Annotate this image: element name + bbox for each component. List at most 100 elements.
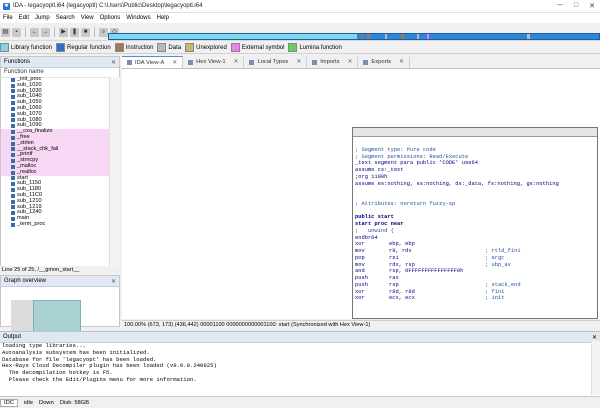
disasm-line[interactable]: push rsp ; stack_end: [355, 282, 595, 289]
menu-edit[interactable]: Edit: [16, 15, 32, 21]
legend-swatch: [288, 43, 298, 52]
disasm-line[interactable]: xor ebp, ebp: [355, 241, 595, 248]
menu-file[interactable]: File: [0, 15, 16, 21]
close-icon[interactable]: ✕: [592, 334, 597, 341]
menu-view[interactable]: View: [78, 15, 97, 21]
disasm-line[interactable]: pop rsi ; argc: [355, 255, 595, 262]
mnemonic: mov: [355, 261, 365, 268]
close-icon[interactable]: ✕: [172, 60, 177, 66]
output-scrollbar[interactable]: [591, 341, 600, 395]
back-icon[interactable]: ←: [30, 27, 39, 37]
menu-help[interactable]: Help: [154, 15, 172, 21]
graph-node-titlebar[interactable]: [353, 128, 597, 137]
function-icon: [11, 118, 15, 123]
menu-windows[interactable]: Windows: [123, 15, 153, 21]
graph-overview-canvas[interactable]: [3, 288, 117, 338]
disasm-line[interactable]: endbr64: [355, 235, 595, 242]
disassembly-icon: [127, 60, 132, 65]
function-icon: [11, 135, 15, 140]
types-icon: [249, 59, 255, 65]
run-icon[interactable]: ▶: [59, 27, 68, 37]
disasm-line[interactable]: [355, 194, 595, 201]
close-button[interactable]: ✕: [584, 2, 600, 10]
pause-icon[interactable]: ❚: [70, 27, 79, 37]
navigation-band[interactable]: [108, 33, 600, 40]
operands: ebp, ebp: [389, 241, 415, 248]
mnemonic: and: [355, 268, 365, 275]
comment: ; ubp_av: [485, 261, 511, 268]
close-icon[interactable]: ✕: [399, 59, 404, 65]
function-icon: [11, 159, 15, 164]
tab-hex-view-1[interactable]: Hex View-1 ✕: [183, 56, 245, 68]
disasm-line[interactable]: assume es:nothing, ss:nothing, ds:_data,…: [355, 181, 595, 188]
mnemonic: xor: [355, 295, 365, 302]
disassembly-listing[interactable]: ; Segment type: Pure code; Segment permi…: [355, 140, 595, 302]
view-status-line: 100.00% (673, 173) (436,442) 00001100 00…: [122, 320, 600, 329]
functions-scrollbar[interactable]: [109, 77, 120, 273]
save-icon[interactable]: ▪: [12, 27, 21, 37]
disasm-line[interactable]: xor ecx, ecx ; init: [355, 295, 595, 302]
output-log[interactable]: loading type libraries... Autoanalysis su…: [0, 342, 600, 384]
maximize-button[interactable]: □: [568, 2, 584, 10]
menu-bar: File Edit Jump Search View Options Windo…: [0, 13, 600, 23]
disasm-line[interactable]: mov r9, rdx ; rtld_fini: [355, 248, 595, 255]
functions-list: _init_proc sub_1020 sub_1030 sub_1040 sub_10…: [1, 76, 109, 228]
menu-jump[interactable]: Jump: [32, 15, 53, 21]
legend-bar: Library function Regular function Instru…: [0, 42, 600, 54]
disasm-line[interactable]: _text segment para public 'CODE' use64: [355, 160, 595, 167]
nav-segment-data: [385, 34, 387, 39]
operands: ecx, ecx: [389, 295, 415, 302]
disasm-line[interactable]: ; unwind {: [355, 228, 595, 235]
search-icon[interactable]: ⌕: [99, 27, 108, 37]
minimize-button[interactable]: ─: [552, 2, 568, 10]
disasm-line[interactable]: xor r8d, r8d ; fini: [355, 289, 595, 296]
disasm-line[interactable]: start proc near: [355, 221, 595, 228]
disasm-line[interactable]: [355, 187, 595, 194]
disasm-line[interactable]: [355, 208, 595, 215]
function-icon: [11, 95, 15, 100]
close-icon[interactable]: ✕: [348, 59, 353, 65]
ida-app-icon: ✱: [3, 2, 10, 10]
disasm-line[interactable]: ; Segment permissions: Read/Execute: [355, 154, 595, 161]
open-file-icon[interactable]: ▤: [1, 27, 10, 37]
disasm-line[interactable]: ; Segment type: Pure code: [355, 147, 595, 154]
function-icon: [11, 112, 15, 117]
mnemonic: push: [355, 275, 368, 281]
operands: rdx, rsp: [389, 261, 415, 268]
comment: ; rtld_fini: [485, 248, 521, 254]
disasm-line[interactable]: assume cs:_text: [355, 167, 595, 174]
close-icon[interactable]: ✕: [111, 278, 116, 285]
tab-ida-view-a[interactable]: IDA View-A ✕: [122, 56, 184, 68]
comment: ; init: [485, 295, 505, 302]
legend-swatch: [0, 43, 9, 52]
tab-imports[interactable]: Imports ✕: [307, 56, 359, 68]
graph-node-start[interactable]: ; Segment type: Pure code; Segment permi…: [352, 127, 598, 319]
close-icon[interactable]: ✕: [111, 59, 116, 66]
disasm-line[interactable]: ;org 1100h: [355, 174, 595, 181]
disasm-line[interactable]: mov rdx, rsp ; ubp_av: [355, 262, 595, 269]
graph-overview-title: Graph overview: [4, 278, 47, 284]
close-icon[interactable]: ✕: [296, 59, 301, 65]
toolbar-divider: [94, 27, 95, 37]
legend-regular-function: Regular function: [56, 43, 111, 52]
close-icon[interactable]: ✕: [234, 59, 239, 65]
legend-swatch: [157, 43, 167, 52]
disasm-line[interactable]: and rsp, 0FFFFFFFFFFFFFFF0h: [355, 268, 595, 275]
toolbar-divider: [25, 27, 26, 37]
disasm-line[interactable]: public start: [355, 214, 595, 221]
view-tabs: IDA View-A ✕ Hex View-1 ✕ Local Types ✕ Imp…: [122, 56, 600, 69]
disasm-line[interactable]: ; Attributes: noreturn fuzzy-sp: [355, 201, 595, 208]
legend-instruction: Instruction: [114, 43, 153, 52]
stop-icon[interactable]: ■: [81, 27, 90, 37]
forward-icon[interactable]: →: [41, 27, 50, 37]
operands: r9, rdx: [389, 248, 412, 254]
menu-options[interactable]: Options: [97, 15, 124, 21]
tab-exports[interactable]: Exports ✕: [358, 56, 410, 68]
function-row[interactable]: _term_proc: [1, 221, 109, 228]
comment: ; fini: [485, 288, 505, 295]
tab-local-types[interactable]: Local Types ✕: [244, 56, 308, 68]
menu-search[interactable]: Search: [53, 15, 78, 21]
idc-language-button[interactable]: IDC: [0, 398, 18, 407]
disasm-line[interactable]: [355, 140, 595, 147]
disasm-line[interactable]: push rax: [355, 275, 595, 282]
